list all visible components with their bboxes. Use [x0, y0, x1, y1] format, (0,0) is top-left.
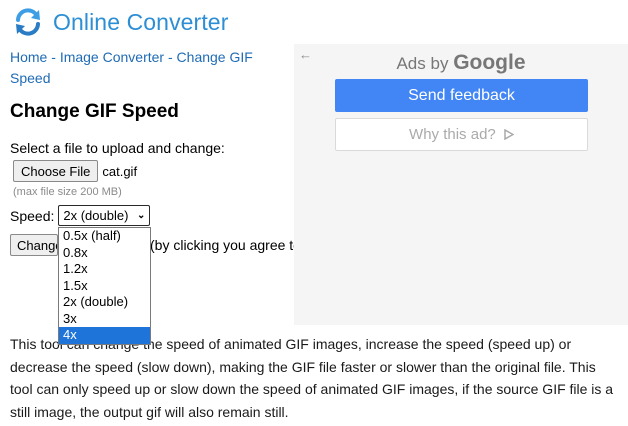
choose-file-button[interactable]: Choose File	[13, 160, 99, 182]
speed-option[interactable]: 1.5x	[59, 278, 150, 295]
speed-selected-value: 2x (double)	[63, 208, 129, 223]
selected-file-name: cat.gif	[102, 163, 138, 179]
speed-label: Speed:	[10, 207, 55, 224]
speed-select[interactable]: 2x (double) ⌄	[58, 205, 151, 226]
file-upload-row: Choose File cat.gif	[13, 160, 137, 182]
send-feedback-button[interactable]: Send feedback	[335, 79, 588, 112]
breadcrumb-separator: -	[47, 49, 60, 65]
why-this-ad-label: Why this ad?	[409, 126, 496, 143]
speed-option-highlighted[interactable]: 4x	[59, 327, 150, 344]
why-this-ad-button[interactable]: Why this ad?	[335, 118, 588, 151]
refresh-arrows-icon	[16, 8, 40, 36]
agree-prefix: (by clicking you agree to	[150, 237, 305, 253]
breadcrumb-image-converter-link[interactable]: Image Converter	[60, 49, 164, 65]
change-button[interactable]: Change	[10, 234, 58, 256]
select-file-label: Select a file to upload and change:	[10, 140, 225, 156]
google-wordmark: Google	[453, 51, 526, 74]
page-title: Change GIF Speed	[10, 101, 179, 122]
site-logo[interactable]: Online Converter	[12, 5, 228, 39]
ads-by-label: Ads by	[396, 54, 449, 73]
tool-description: This tool can change the speed of animat…	[10, 336, 614, 420]
speed-option[interactable]: 1.2x	[59, 261, 150, 278]
breadcrumb: Home - Image Converter - Change GIF Spee…	[10, 47, 285, 89]
speed-options-dropdown[interactable]: 0.5x (half) 0.8x 1.2x 1.5x 2x (double) 3…	[58, 227, 151, 345]
speed-option[interactable]: 0.5x (half)	[59, 228, 150, 245]
chevron-down-icon: ⌄	[136, 210, 146, 221]
speed-option[interactable]: 2x (double)	[59, 294, 150, 311]
play-triangle-icon	[504, 128, 515, 141]
speed-row: Speed: 2x (double) ⌄	[10, 205, 151, 226]
max-file-size-note: (max file size 200 MB)	[13, 186, 122, 198]
ads-by-google: Ads by Google	[294, 51, 628, 75]
breadcrumb-home-link[interactable]: Home	[10, 49, 47, 65]
speed-option[interactable]: 3x	[59, 311, 150, 328]
ad-panel: ← Ads by Google Send feedback Why this a…	[294, 44, 628, 325]
speed-option[interactable]: 0.8x	[59, 245, 150, 262]
breadcrumb-separator: -	[164, 49, 177, 65]
site-name: Online Converter	[53, 8, 229, 35]
